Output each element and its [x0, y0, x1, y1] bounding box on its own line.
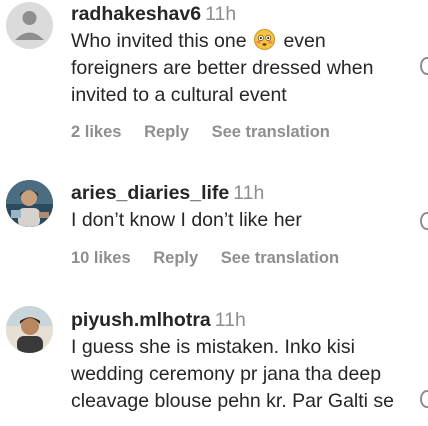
comment-text: I guess she is mistaken. Inko kisi weddi… [71, 334, 423, 415]
likes-count-link[interactable]: 10 likes [71, 249, 131, 267]
comment-item: piyush.mlhotra 11h I guess she is mistake… [0, 304, 428, 426]
comment-text-line: cleavage blouse pehn kr. Par Galti se [71, 390, 395, 412]
comment-text: I don’t know I don’t like her [71, 207, 423, 234]
comment-text-line: wedding ceremony pr jana tha deep [71, 363, 382, 385]
username-link[interactable]: radhakeshav6 [71, 3, 201, 25]
comment-item: aries_diaries_life 11h I don’t know I don… [0, 178, 428, 288]
avatar[interactable] [6, 306, 53, 353]
comments-list: radhakeshav6 11h Who invited this one eve… [0, 0, 428, 426]
comment-text-line: I don’t know I don’t like her [71, 209, 302, 231]
comment-text-line: foreigners are better dressed when [71, 57, 374, 79]
username-link[interactable]: piyush.mlhotra [71, 309, 211, 331]
comment-item: radhakeshav6 11h Who invited this one eve… [0, 0, 428, 160]
reply-button[interactable]: Reply [153, 249, 198, 267]
see-translation-link[interactable]: See translation [221, 249, 339, 267]
comment-header: radhakeshav6 11h [71, 2, 236, 26]
comment-actions: 10 likes Reply See translation [71, 248, 357, 268]
see-translation-link[interactable]: See translation [212, 123, 330, 141]
comment-text-line: invited to a cultural event [71, 84, 287, 106]
comment-text-part: Who invited this one [71, 30, 247, 52]
like-heart-icon[interactable] [420, 212, 428, 230]
username-link[interactable]: aries_diaries_life [71, 182, 229, 204]
reply-button[interactable]: Reply [144, 123, 189, 141]
user-photo-icon [6, 306, 53, 353]
user-photo-icon [6, 180, 53, 227]
comment-text-part: even [283, 30, 326, 52]
likes-count-link[interactable]: 2 likes [71, 123, 121, 141]
timestamp: 11h [214, 309, 246, 331]
default-avatar-icon [6, 2, 53, 49]
timestamp: 11h [205, 3, 237, 25]
avatar[interactable] [6, 180, 53, 227]
avatar[interactable] [6, 2, 53, 49]
comment-text: Who invited this one even foreigners are… [71, 28, 423, 109]
like-heart-icon[interactable] [420, 390, 428, 408]
comment-header: piyush.mlhotra 11h [71, 308, 246, 332]
like-heart-icon[interactable] [420, 57, 428, 75]
comment-text-line: I guess she is mistaken. Inko kisi [71, 336, 355, 358]
comment-header: aries_diaries_life 11h [71, 181, 264, 205]
flushed-face-emoji-icon [254, 29, 276, 50]
comment-actions: 2 likes Reply See translation [71, 122, 348, 142]
timestamp: 11h [233, 182, 265, 204]
